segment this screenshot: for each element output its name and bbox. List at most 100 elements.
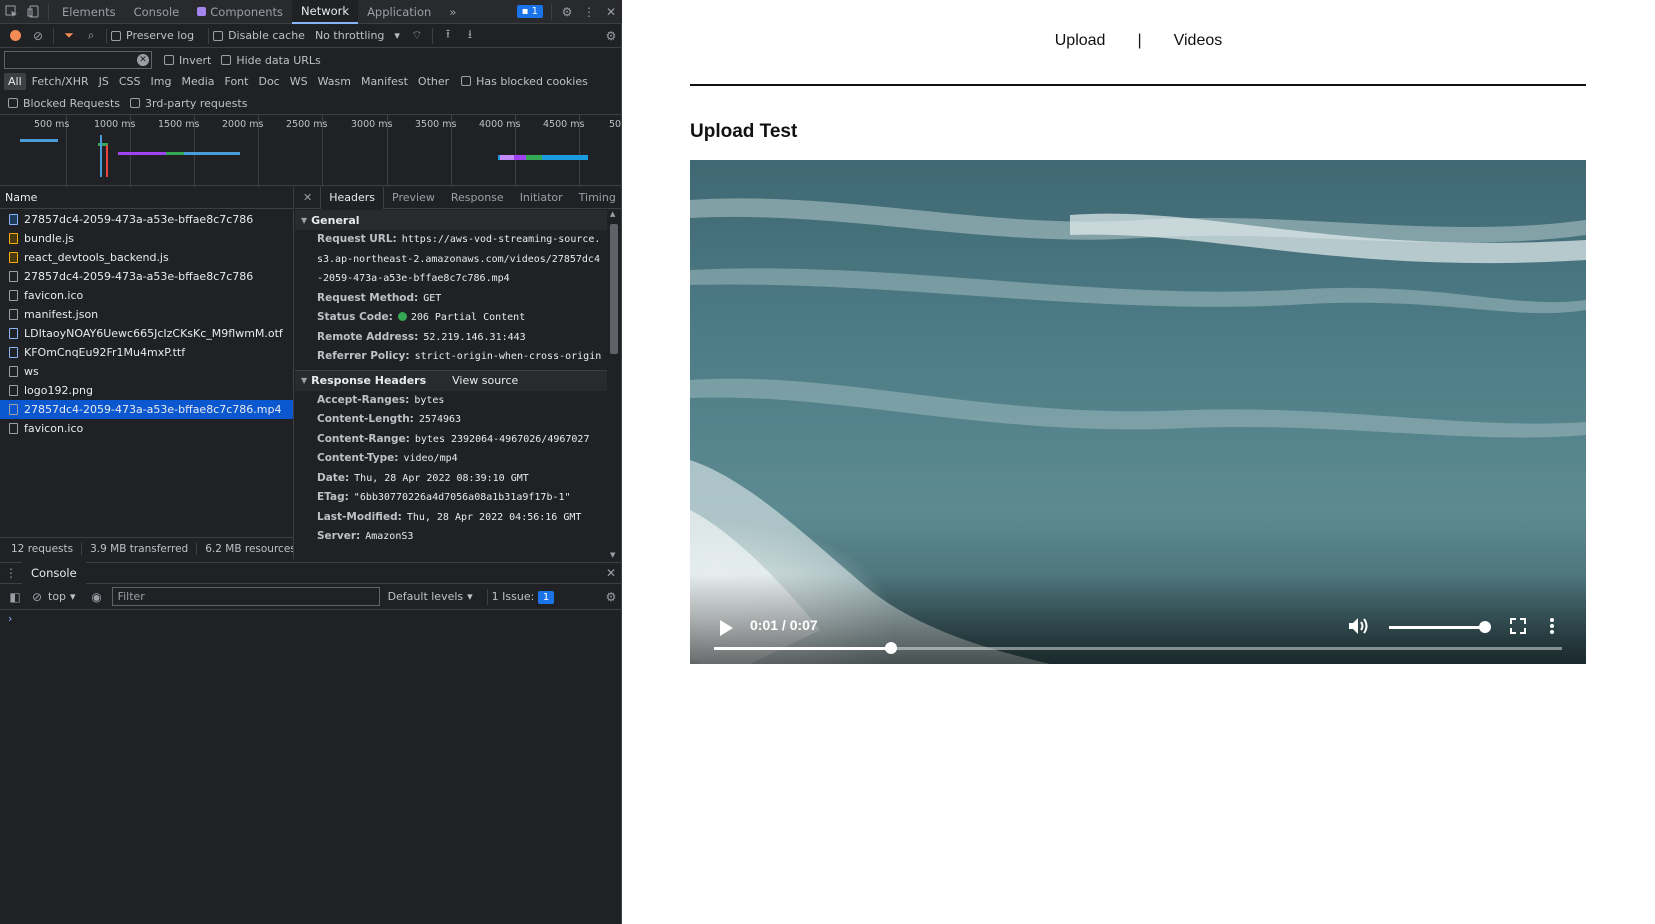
request-row[interactable]: KFOmCnqEu92Fr1Mu4mxP.ttf bbox=[0, 343, 293, 362]
request-row[interactable]: favicon.ico bbox=[0, 419, 293, 438]
tab-network[interactable]: Network bbox=[292, 0, 359, 24]
chevron-down-icon[interactable]: ▾ bbox=[467, 590, 473, 603]
type-filter-js[interactable]: JS bbox=[95, 73, 113, 90]
clear-icon[interactable]: ⊘ bbox=[27, 25, 49, 47]
log-levels-select[interactable]: Default levels bbox=[388, 590, 464, 603]
type-filter-fetch[interactable]: Fetch/XHR bbox=[28, 73, 93, 90]
eye-icon[interactable]: ◉ bbox=[86, 586, 108, 608]
scroll-up-icon[interactable]: ▲ bbox=[610, 210, 615, 218]
third-party-checkbox[interactable] bbox=[130, 98, 141, 108]
headers-scrollbar[interactable]: ▲ ▼ bbox=[607, 210, 622, 559]
network-overview-timeline[interactable]: 500 ms 1000 ms 1500 ms 2000 ms 2500 ms 3… bbox=[0, 114, 622, 187]
more-tabs-button[interactable]: » bbox=[440, 0, 465, 24]
network-filter-input[interactable]: ✕ bbox=[4, 51, 152, 69]
tab-elements[interactable]: Elements bbox=[53, 0, 125, 24]
chevron-down-icon[interactable]: ▾ bbox=[70, 590, 76, 603]
react-icon bbox=[197, 7, 207, 16]
sidebar-toggle-icon[interactable]: ◧ bbox=[4, 586, 26, 608]
tab-console[interactable]: Console bbox=[125, 0, 189, 24]
network-settings-gear-icon[interactable]: ⚙ bbox=[600, 25, 622, 47]
general-section-header[interactable]: ▼ General bbox=[295, 210, 607, 230]
type-filter-font[interactable]: Font bbox=[221, 73, 253, 90]
gear-icon[interactable]: ⚙ bbox=[556, 1, 578, 23]
blocked-requests-checkbox[interactable] bbox=[8, 98, 18, 108]
volume-slider-thumb[interactable] bbox=[1479, 621, 1491, 633]
type-filter-css[interactable]: CSS bbox=[115, 73, 145, 90]
request-row[interactable]: logo192.png bbox=[0, 381, 293, 400]
request-row[interactable]: ws bbox=[0, 362, 293, 381]
device-toolbar-icon[interactable] bbox=[22, 1, 44, 23]
has-blocked-cookies-checkbox[interactable] bbox=[461, 76, 472, 86]
volume-icon[interactable] bbox=[1348, 617, 1370, 635]
more-options-icon[interactable] bbox=[1550, 618, 1554, 634]
kebab-menu-icon[interactable]: ⋮ bbox=[578, 1, 600, 23]
tab-headers[interactable]: Headers bbox=[320, 186, 385, 209]
chevron-down-icon[interactable]: ▾ bbox=[394, 29, 400, 42]
nav-link-videos[interactable]: Videos bbox=[1174, 32, 1223, 50]
nav-link-upload[interactable]: Upload bbox=[1055, 32, 1106, 50]
close-detail-icon[interactable]: ✕ bbox=[295, 187, 320, 209]
hide-data-urls-checkbox[interactable] bbox=[221, 55, 232, 65]
fullscreen-icon[interactable] bbox=[1510, 618, 1526, 634]
request-row[interactable]: LDItaoyNOAY6Uewc665JcIzCKsKc_M9flwmM.otf bbox=[0, 324, 293, 343]
seek-bar[interactable] bbox=[714, 642, 1562, 654]
tab-response[interactable]: Response bbox=[443, 187, 512, 209]
volume-slider[interactable] bbox=[1389, 621, 1491, 633]
scroll-down-icon[interactable]: ▼ bbox=[610, 551, 615, 559]
preserve-log-checkbox[interactable] bbox=[111, 30, 121, 41]
invert-checkbox[interactable] bbox=[164, 55, 174, 65]
context-select[interactable]: top bbox=[48, 590, 66, 603]
tab-timing[interactable]: Timing bbox=[571, 187, 624, 209]
response-headers-section-header[interactable]: ▼ Response Headers View source bbox=[295, 370, 607, 391]
request-row[interactable]: 27857dc4-2059-473a-a53e-bffae8c7c786 bbox=[0, 267, 293, 286]
close-icon[interactable]: ✕ bbox=[600, 1, 622, 23]
filter-icon[interactable]: ⏷ bbox=[58, 25, 80, 47]
type-filter-doc[interactable]: Doc bbox=[254, 73, 283, 90]
request-row[interactable]: favicon.ico bbox=[0, 286, 293, 305]
name-column-header[interactable]: Name bbox=[0, 187, 294, 209]
type-filter-ws[interactable]: WS bbox=[286, 73, 312, 90]
tab-components[interactable]: Components bbox=[188, 0, 292, 24]
upload-har-icon[interactable]: ⭱ bbox=[437, 25, 459, 47]
close-drawer-icon[interactable]: ✕ bbox=[600, 562, 622, 584]
tab-initiator[interactable]: Initiator bbox=[512, 187, 571, 209]
type-filter-all[interactable]: All bbox=[4, 72, 26, 90]
record-icon[interactable] bbox=[10, 30, 21, 41]
download-har-icon[interactable]: ⭳ bbox=[459, 25, 481, 47]
play-icon[interactable] bbox=[720, 620, 733, 636]
clear-filter-icon[interactable]: ✕ bbox=[137, 54, 149, 66]
console-prompt[interactable]: › bbox=[8, 612, 12, 625]
request-row[interactable]: 27857dc4-2059-473a-a53e-bffae8c7c786.mp4 bbox=[0, 400, 293, 419]
issues-counter[interactable]: 1 Issue: 1 bbox=[492, 590, 559, 604]
header-key: Status Code: bbox=[317, 311, 393, 323]
video-player[interactable]: 0:01 / 0:07 bbox=[690, 160, 1586, 664]
type-filter-manifest[interactable]: Manifest bbox=[357, 73, 412, 90]
search-icon[interactable]: ⌕ bbox=[80, 25, 102, 47]
console-filter-input[interactable]: Filter bbox=[111, 587, 380, 606]
request-row[interactable]: bundle.js bbox=[0, 229, 293, 248]
type-filter-img[interactable]: Img bbox=[147, 73, 176, 90]
other-file-icon bbox=[9, 404, 18, 415]
tab-preview[interactable]: Preview bbox=[384, 187, 443, 209]
type-filter-media[interactable]: Media bbox=[177, 73, 218, 90]
inspect-element-icon[interactable] bbox=[0, 1, 22, 23]
throttling-select[interactable]: No throttling bbox=[315, 29, 384, 42]
type-filter-other[interactable]: Other bbox=[414, 73, 453, 90]
scrollbar-thumb[interactable] bbox=[610, 224, 618, 354]
devtools-panel: Elements Console Components Network Appl… bbox=[0, 0, 622, 924]
console-settings-gear-icon[interactable]: ⚙ bbox=[600, 586, 622, 608]
clear-console-icon[interactable]: ⊘ bbox=[26, 586, 48, 608]
drawer-tab-console[interactable]: Console bbox=[22, 562, 86, 584]
type-filter-wasm[interactable]: Wasm bbox=[314, 73, 355, 90]
request-row[interactable]: react_devtools_backend.js bbox=[0, 248, 293, 267]
disable-cache-checkbox[interactable] bbox=[213, 30, 224, 41]
request-row[interactable]: manifest.json bbox=[0, 305, 293, 324]
network-conditions-icon[interactable]: ⌔ bbox=[406, 25, 428, 47]
seek-bar-thumb[interactable] bbox=[885, 642, 898, 654]
tab-application[interactable]: Application bbox=[358, 0, 440, 24]
view-source-link[interactable]: View source bbox=[452, 374, 518, 387]
invert-label: Invert bbox=[179, 53, 212, 67]
drawer-menu-icon[interactable]: ⋮ bbox=[0, 562, 22, 584]
request-row[interactable]: 27857dc4-2059-473a-a53e-bffae8c7c786 bbox=[0, 210, 293, 229]
issues-badge[interactable]: ▪ 1 bbox=[516, 5, 543, 18]
